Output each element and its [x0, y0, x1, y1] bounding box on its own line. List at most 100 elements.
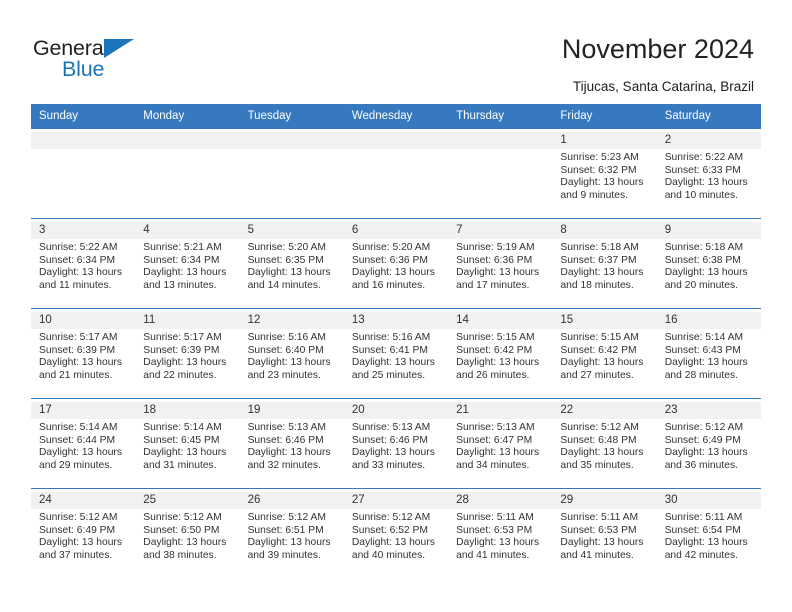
logo-text-blue: Blue: [62, 57, 105, 81]
calendar-week-row: 17 Sunrise: 5:14 AM Sunset: 6:44 PM Dayligh…: [31, 398, 761, 489]
day-cell-details: Sunrise: 5:12 AM Sunset: 6:50 PM Daylight:…: [135, 509, 239, 562]
sunrise-time: Sunrise: 5:12 AM: [351, 512, 431, 523]
day-cell-inner: 10 Sunrise: 5:17 AM Sunset: 6:39 PM Dayligh…: [31, 309, 136, 398]
day-cell-inner: 29 Sunrise: 5:11 AM Sunset: 6:53 PM Dayligh…: [552, 489, 657, 579]
calendar-day-cell[interactable]: 11 Sunrise: 5:17 AM Sunset: 6:39 PM Dayligh…: [135, 308, 240, 399]
day-cell-inner: 30 Sunrise: 5:11 AM Sunset: 6:54 PM Dayligh…: [656, 489, 761, 579]
calendar-day-cell[interactable]: 14 Sunrise: 5:15 AM Sunset: 6:42 PM Dayligh…: [448, 308, 553, 399]
sunset-time: Sunset: 6:34 PM: [39, 254, 116, 266]
day-number: 22: [552, 402, 657, 419]
daylight-duration-line1: Daylight: 13 hours: [247, 537, 331, 549]
sunrise-time: Sunrise: 5:11 AM: [456, 512, 534, 523]
calendar-day-cell[interactable]: 24 Sunrise: 5:12 AM Sunset: 6:49 PM Dayligh…: [31, 488, 136, 579]
day-number: 11: [135, 312, 240, 329]
day-number: 7: [448, 222, 553, 239]
day-cell-details: Sunrise: 5:14 AM Sunset: 6:43 PM Daylight:…: [657, 329, 761, 382]
day-cell-inner: 2 Sunrise: 5:22 AM Sunset: 6:33 PM Daylight…: [656, 129, 761, 218]
daylight-duration-line1: Daylight: 13 hours: [143, 267, 227, 279]
day-number: 19: [239, 402, 344, 419]
day-cell-inner: 11 Sunrise: 5:17 AM Sunset: 6:39 PM Dayligh…: [135, 309, 240, 398]
day-number: 6: [343, 222, 449, 239]
calendar-day-cell-empty: [135, 128, 240, 219]
calendar-day-cell[interactable]: 17 Sunrise: 5:14 AM Sunset: 6:44 PM Dayligh…: [31, 398, 136, 489]
day-number: 10: [31, 312, 136, 329]
calendar-day-cell[interactable]: 23 Sunrise: 5:12 AM Sunset: 6:49 PM Dayligh…: [656, 398, 761, 489]
daylight-duration-line2: and 38 minutes.: [143, 549, 217, 561]
sunset-time: Sunset: 6:52 PM: [351, 524, 428, 536]
sunrise-time: Sunrise: 5:22 AM: [39, 242, 118, 253]
calendar-day-cell[interactable]: 20 Sunrise: 5:13 AM Sunset: 6:46 PM Dayligh…: [343, 398, 449, 489]
day-number: 30: [656, 492, 761, 509]
daylight-duration-line2: and 41 minutes.: [456, 549, 530, 561]
calendar-day-cell[interactable]: 10 Sunrise: 5:17 AM Sunset: 6:39 PM Dayligh…: [31, 308, 136, 399]
calendar-day-cell[interactable]: 22 Sunrise: 5:12 AM Sunset: 6:48 PM Dayligh…: [552, 398, 657, 489]
daylight-duration-line1: Daylight: 13 hours: [351, 447, 435, 459]
calendar-day-cell[interactable]: 2 Sunrise: 5:22 AM Sunset: 6:33 PM Daylight…: [656, 128, 761, 219]
calendar-day-cell[interactable]: 15 Sunrise: 5:15 AM Sunset: 6:42 PM Dayligh…: [552, 308, 657, 399]
sunset-time: Sunset: 6:38 PM: [664, 254, 741, 266]
calendar-day-cell[interactable]: 5 Sunrise: 5:20 AM Sunset: 6:35 PM Daylight…: [239, 218, 344, 309]
day-number: 27: [343, 492, 449, 509]
calendar-day-cell[interactable]: 16 Sunrise: 5:14 AM Sunset: 6:43 PM Dayligh…: [656, 308, 761, 399]
daylight-duration-line2: and 42 minutes.: [664, 549, 738, 561]
sunrise-time: Sunrise: 5:20 AM: [351, 242, 431, 253]
sunrise-time: Sunrise: 5:11 AM: [560, 512, 639, 523]
day-cell-details: Sunrise: 5:12 AM Sunset: 6:51 PM Daylight:…: [240, 509, 344, 562]
sunset-time: Sunset: 6:36 PM: [351, 254, 428, 266]
daylight-duration-line2: and 17 minutes.: [456, 279, 530, 291]
day-cell-inner: 20 Sunrise: 5:13 AM Sunset: 6:46 PM Dayligh…: [343, 399, 449, 488]
day-cell-inner: 8 Sunrise: 5:18 AM Sunset: 6:37 PM Daylight…: [552, 219, 657, 308]
day-cell-details: Sunrise: 5:12 AM Sunset: 6:48 PM Daylight:…: [552, 419, 656, 472]
calendar-day-cell[interactable]: 27 Sunrise: 5:12 AM Sunset: 6:52 PM Dayligh…: [343, 488, 449, 579]
day-number: 12: [239, 312, 344, 329]
day-cell-details: Sunrise: 5:18 AM Sunset: 6:38 PM Daylight:…: [657, 239, 761, 292]
daylight-duration-line1: Daylight: 13 hours: [39, 357, 122, 369]
calendar-day-cell[interactable]: 28 Sunrise: 5:11 AM Sunset: 6:53 PM Dayligh…: [448, 488, 553, 579]
day-cell-details: Sunrise: 5:11 AM Sunset: 6:53 PM Daylight:…: [552, 509, 656, 562]
day-number: 26: [239, 492, 344, 509]
daylight-duration-line1: Daylight: 13 hours: [560, 357, 644, 369]
calendar-day-cell[interactable]: 21 Sunrise: 5:13 AM Sunset: 6:47 PM Dayligh…: [448, 398, 553, 489]
calendar-day-cell[interactable]: 3 Sunrise: 5:22 AM Sunset: 6:34 PM Daylight…: [31, 218, 136, 309]
calendar-day-cell[interactable]: 29 Sunrise: 5:11 AM Sunset: 6:53 PM Dayligh…: [552, 488, 657, 579]
calendar-day-cell[interactable]: 4 Sunrise: 5:21 AM Sunset: 6:34 PM Daylight…: [135, 218, 240, 309]
sunrise-time: Sunrise: 5:12 AM: [143, 512, 222, 523]
day-cell-details: Sunrise: 5:19 AM Sunset: 6:36 PM Daylight:…: [448, 239, 552, 292]
day-cell-inner: 16 Sunrise: 5:14 AM Sunset: 6:43 PM Dayligh…: [656, 309, 761, 398]
calendar-day-cell[interactable]: 8 Sunrise: 5:18 AM Sunset: 6:37 PM Daylight…: [552, 218, 657, 309]
calendar-day-cell[interactable]: 26 Sunrise: 5:12 AM Sunset: 6:51 PM Dayligh…: [239, 488, 344, 579]
calendar-day-cell[interactable]: 19 Sunrise: 5:13 AM Sunset: 6:46 PM Dayligh…: [239, 398, 344, 489]
daylight-duration-line1: Daylight: 13 hours: [143, 357, 227, 369]
daylight-duration-line2: and 35 minutes.: [560, 459, 634, 471]
calendar-day-cell[interactable]: 25 Sunrise: 5:12 AM Sunset: 6:50 PM Dayligh…: [135, 488, 240, 579]
sunset-time: Sunset: 6:40 PM: [247, 344, 324, 356]
daylight-duration-line2: and 20 minutes.: [664, 279, 738, 291]
day-cell-details: Sunrise: 5:13 AM Sunset: 6:46 PM Daylight:…: [344, 419, 448, 472]
calendar-day-cell[interactable]: 18 Sunrise: 5:14 AM Sunset: 6:45 PM Dayligh…: [135, 398, 240, 489]
daylight-duration-line2: and 10 minutes.: [664, 189, 738, 201]
day-cell-details: Sunrise: 5:13 AM Sunset: 6:47 PM Daylight:…: [448, 419, 552, 472]
sunset-time: Sunset: 6:46 PM: [247, 434, 324, 446]
calendar-day-cell-empty: [343, 128, 449, 219]
day-cell-details: Sunrise: 5:17 AM Sunset: 6:39 PM Daylight:…: [31, 329, 135, 382]
calendar-day-cell[interactable]: 30 Sunrise: 5:11 AM Sunset: 6:54 PM Dayligh…: [656, 488, 761, 579]
generalblue-logo[interactable]: General Blue: [33, 36, 163, 84]
calendar-day-cell[interactable]: 13 Sunrise: 5:16 AM Sunset: 6:41 PM Dayligh…: [343, 308, 449, 399]
day-cell-inner: 19 Sunrise: 5:13 AM Sunset: 6:46 PM Dayligh…: [239, 399, 344, 488]
calendar-day-cell[interactable]: 6 Sunrise: 5:20 AM Sunset: 6:36 PM Daylight…: [343, 218, 449, 309]
calendar-day-cell[interactable]: 12 Sunrise: 5:16 AM Sunset: 6:40 PM Dayligh…: [239, 308, 344, 399]
sunrise-time: Sunrise: 5:16 AM: [351, 332, 431, 343]
weekday-header-sunday: Sunday: [31, 104, 136, 129]
daylight-duration-line2: and 25 minutes.: [351, 369, 426, 381]
calendar-day-cell[interactable]: 1 Sunrise: 5:23 AM Sunset: 6:32 PM Daylight…: [552, 128, 657, 219]
sunrise-time: Sunrise: 5:11 AM: [664, 512, 743, 523]
day-number: 9: [656, 222, 761, 239]
sunrise-time: Sunrise: 5:17 AM: [143, 332, 222, 343]
day-cell-details: Sunrise: 5:12 AM Sunset: 6:49 PM Daylight:…: [657, 419, 761, 472]
calendar-day-cell[interactable]: 9 Sunrise: 5:18 AM Sunset: 6:38 PM Daylight…: [656, 218, 761, 309]
day-number: 3: [31, 222, 136, 239]
sunset-time: Sunset: 6:48 PM: [560, 434, 637, 446]
daylight-duration-line2: and 40 minutes.: [351, 549, 426, 561]
calendar-day-cell[interactable]: 7 Sunrise: 5:19 AM Sunset: 6:36 PM Daylight…: [448, 218, 553, 309]
daylight-duration-line2: and 11 minutes.: [39, 279, 112, 291]
